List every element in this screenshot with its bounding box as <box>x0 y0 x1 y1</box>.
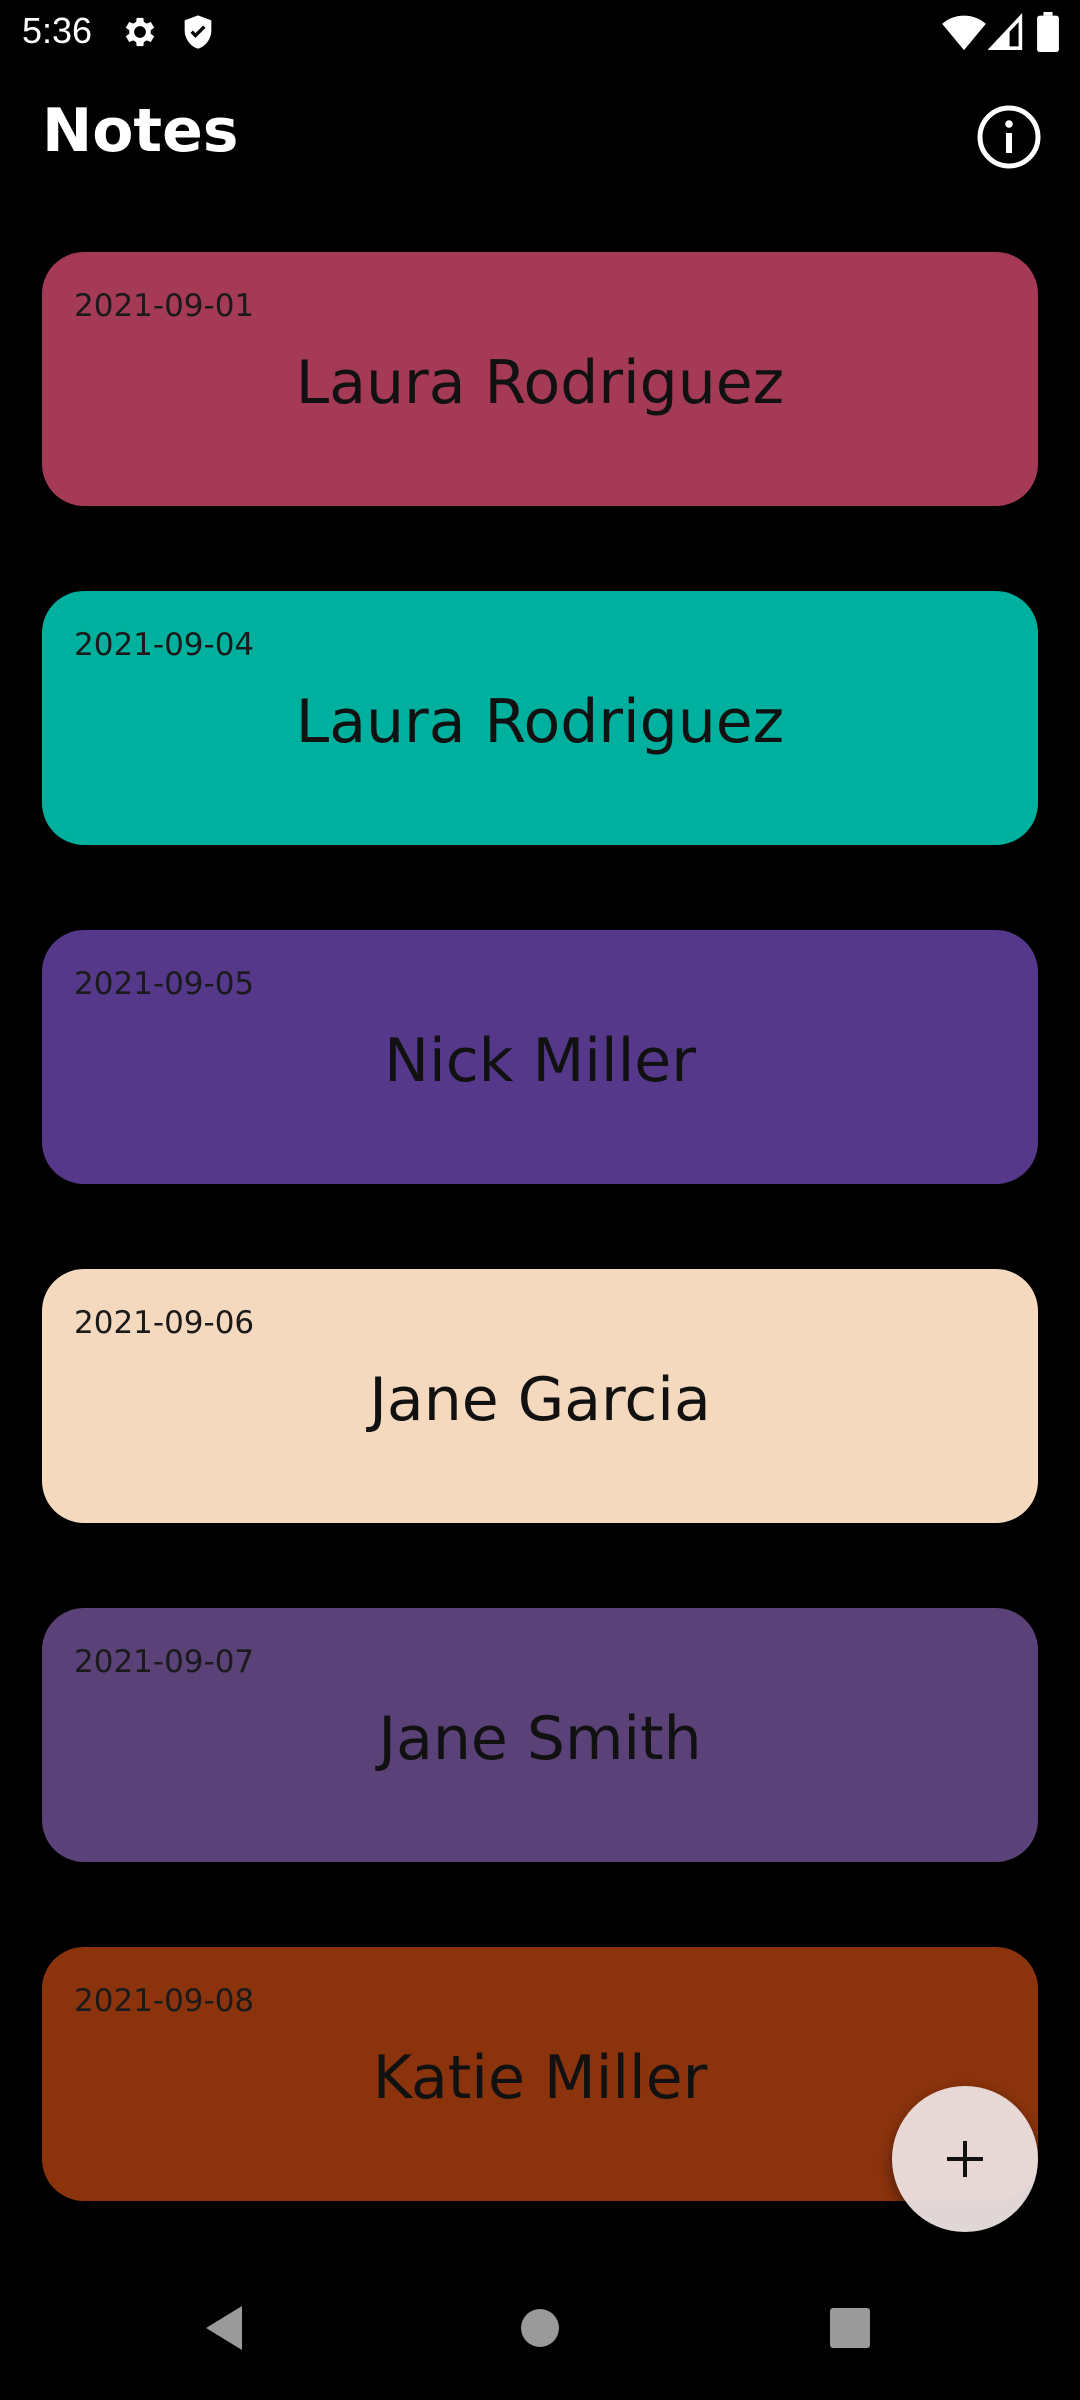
note-title: Jane Garcia <box>369 1365 711 1435</box>
note-date: 2021-09-07 <box>74 1644 255 1680</box>
home-icon <box>521 2309 559 2347</box>
note-card[interactable]: 2021-09-01 Laura Rodriguez <box>42 252 1038 506</box>
note-card[interactable]: 2021-09-07 Jane Smith <box>42 1608 1038 1862</box>
recents-icon <box>830 2308 870 2348</box>
signal-icon <box>987 12 1024 52</box>
status-time: 5:36 <box>22 10 93 51</box>
note-date: 2021-09-06 <box>74 1305 255 1341</box>
recents-button[interactable] <box>818 2296 882 2360</box>
status-bar: 5:36 <box>0 0 1080 64</box>
notes-screen: 5:36 Notes 2021-09-01 Laura Rodriguez 20… <box>0 0 1080 2400</box>
note-title: Jane Smith <box>378 1704 702 1774</box>
note-date: 2021-09-05 <box>74 966 255 1002</box>
info-button[interactable] <box>976 104 1042 170</box>
shield-icon <box>178 12 218 52</box>
wifi-icon <box>942 12 986 52</box>
note-date: 2021-09-04 <box>74 627 255 663</box>
home-button[interactable] <box>508 2296 572 2360</box>
note-card[interactable]: 2021-09-08 Katie Miller <box>42 1947 1038 2201</box>
note-card[interactable]: 2021-09-06 Jane Garcia <box>42 1269 1038 1523</box>
note-title: Laura Rodriguez <box>295 348 785 418</box>
note-title: Katie Miller <box>372 2043 708 2113</box>
note-date: 2021-09-01 <box>74 288 255 324</box>
note-date: 2021-09-08 <box>74 1983 255 2019</box>
back-icon <box>206 2306 242 2350</box>
note-title: Nick Miller <box>384 1026 696 1096</box>
note-card[interactable]: 2021-09-05 Nick Miller <box>42 930 1038 1184</box>
gear-icon <box>120 12 160 52</box>
notes-list: 2021-09-01 Laura Rodriguez 2021-09-04 Laura… <box>42 252 1038 2286</box>
note-card[interactable]: 2021-09-04 Laura Rodriguez <box>42 591 1038 845</box>
battery-icon <box>1036 12 1060 52</box>
plus-icon <box>947 2141 983 2177</box>
back-button[interactable] <box>198 2296 262 2360</box>
note-title: Laura Rodriguez <box>295 687 785 757</box>
page-title: Notes <box>42 96 239 166</box>
navigation-bar <box>0 2256 1080 2400</box>
info-icon <box>977 105 1041 169</box>
add-note-button[interactable] <box>892 2086 1038 2232</box>
